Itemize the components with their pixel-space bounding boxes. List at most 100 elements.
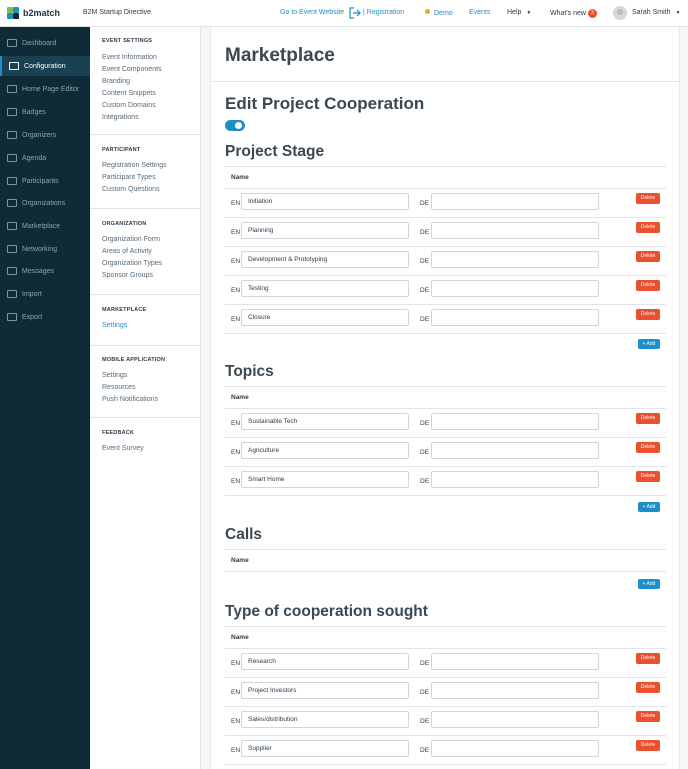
delete-button[interactable]: Delete [636, 251, 660, 262]
de-name-input[interactable] [431, 682, 599, 699]
de-name-input[interactable] [431, 251, 599, 268]
subnav-link-organization-form[interactable]: Organization Form [90, 234, 201, 246]
monitor-icon [7, 85, 17, 93]
delete-button[interactable]: Delete [636, 682, 660, 693]
de-name-input[interactable] [431, 442, 599, 459]
badge-icon [7, 108, 17, 116]
table-row: EN DE Delete [225, 217, 666, 246]
registration-link[interactable]: | Registration [363, 9, 404, 16]
subnav-link-custom-domains[interactable]: Custom Domains [90, 100, 201, 112]
en-name-input[interactable] [241, 222, 409, 239]
subnav-link-areas-of-activity[interactable]: Areas of Activity [90, 246, 201, 258]
en-name-input[interactable] [241, 251, 409, 268]
sidebar-item-networking[interactable]: Networking [0, 239, 90, 259]
subnav-link-marketplace-settings[interactable]: Settings [90, 320, 201, 332]
help-menu[interactable]: Help ▼ [507, 9, 531, 16]
delete-button[interactable]: Delete [636, 222, 660, 233]
subnav-link-integrations[interactable]: Integrations [90, 112, 201, 124]
en-name-input[interactable] [241, 280, 409, 297]
de-name-input[interactable] [431, 222, 599, 239]
project-stage-title: Project Stage [225, 143, 325, 160]
table-divider [225, 549, 666, 550]
de-name-input[interactable] [431, 740, 599, 757]
section-title: Edit Project Cooperation [225, 94, 425, 113]
add-topic-button[interactable]: + Add [638, 502, 660, 512]
subnav-link-organization-types[interactable]: Organization Types [90, 258, 201, 270]
sidebar-item-marketplace[interactable]: Marketplace [0, 216, 90, 236]
table-divider [225, 764, 666, 765]
delete-button[interactable]: Delete [636, 653, 660, 664]
calls-title: Calls [225, 526, 263, 543]
en-name-input[interactable] [241, 471, 409, 488]
sidebar-item-label: Export [22, 313, 43, 321]
en-name-input[interactable] [241, 193, 409, 210]
sidebar-item-organizations[interactable]: Organizations [0, 193, 90, 213]
sidebar-item-home-page-editor[interactable]: Home Page Editor [0, 79, 90, 99]
user-menu[interactable]: Sarah Smith ▼ [632, 9, 680, 16]
subnav-link-resources[interactable]: Resources [90, 382, 201, 394]
sidebar-item-configuration[interactable]: Configuration [0, 56, 90, 76]
de-label: DE [420, 718, 430, 725]
delete-button[interactable]: Delete [636, 711, 660, 722]
cooperation-type-title: Type of cooperation sought [225, 603, 428, 620]
de-name-input[interactable] [431, 193, 599, 210]
export-icon [7, 313, 17, 321]
delete-button[interactable]: Delete [636, 442, 660, 453]
de-name-input[interactable] [431, 711, 599, 728]
de-name-input[interactable] [431, 280, 599, 297]
whats-new-button[interactable]: What's new 3 [550, 9, 597, 18]
chevron-down-icon: ▼ [526, 10, 532, 16]
en-name-input[interactable] [241, 682, 409, 699]
delete-button[interactable]: Delete [636, 193, 660, 204]
en-label: EN [231, 420, 241, 427]
subnav-link-mobile-settings[interactable]: Settings [90, 370, 201, 382]
de-label: DE [420, 316, 430, 323]
delete-button[interactable]: Delete [636, 280, 660, 291]
de-name-input[interactable] [431, 471, 599, 488]
sidebar-item-messages[interactable]: Messages [0, 261, 90, 281]
en-name-input[interactable] [241, 442, 409, 459]
delete-button[interactable]: Delete [636, 309, 660, 320]
delete-button[interactable]: Delete [636, 413, 660, 424]
en-name-input[interactable] [241, 740, 409, 757]
sidebar-item-badges[interactable]: Badges [0, 102, 90, 122]
de-label: DE [420, 449, 430, 456]
goto-event-website-link[interactable]: Go to Event Website [280, 9, 344, 16]
en-name-input[interactable] [241, 711, 409, 728]
sidebar-item-dashboard[interactable]: Dashboard [0, 33, 90, 53]
subnav-link-event-information[interactable]: Event Information [90, 52, 201, 64]
subnav-link-event-components[interactable]: Event Components [90, 64, 201, 76]
main-panel: Marketplace Edit Project Cooperation Pro… [210, 27, 681, 769]
sidebar-item-participants[interactable]: Participants [0, 171, 90, 191]
sidebar-item-export[interactable]: Export [0, 307, 90, 327]
subnav-link-participant-types[interactable]: Participant Types [90, 172, 201, 184]
subnav-link-event-survey[interactable]: Event Survey [90, 443, 201, 455]
sidebar-item-agenda[interactable]: Agenda [0, 148, 90, 168]
de-name-input[interactable] [431, 653, 599, 670]
logo[interactable]: b2match [7, 7, 60, 19]
subnav-link-branding[interactable]: Branding [90, 76, 201, 88]
de-name-input[interactable] [431, 413, 599, 430]
subnav-section-event-settings: EVENT SETTINGS Event Information Event C… [90, 38, 201, 124]
delete-button[interactable]: Delete [636, 471, 660, 482]
en-name-input[interactable] [241, 653, 409, 670]
delete-button[interactable]: Delete [636, 740, 660, 751]
name-column-header: Name [231, 557, 249, 564]
en-name-input[interactable] [241, 413, 409, 430]
sidebar-item-import[interactable]: Import [0, 284, 90, 304]
subnav-link-registration-settings[interactable]: Registration Settings [90, 160, 201, 172]
enable-toggle[interactable] [225, 120, 245, 131]
demo-indicator[interactable]: Demo [425, 9, 453, 17]
en-name-input[interactable] [241, 309, 409, 326]
subnav-link-push-notifications[interactable]: Push Notifications [90, 394, 201, 406]
events-link[interactable]: Events [469, 9, 490, 16]
avatar[interactable] [613, 6, 627, 20]
add-project-stage-button[interactable]: + Add [638, 339, 660, 349]
sidebar-item-organizers[interactable]: Organizers [0, 125, 90, 145]
de-name-input[interactable] [431, 309, 599, 326]
subnav-link-sponsor-groups[interactable]: Sponsor Groups [90, 270, 201, 282]
subnav-link-content-snippets[interactable]: Content Snippets [90, 88, 201, 100]
add-call-button[interactable]: + Add [638, 579, 660, 589]
subnav-link-custom-questions[interactable]: Custom Questions [90, 184, 201, 196]
topics-title: Topics [225, 363, 274, 380]
